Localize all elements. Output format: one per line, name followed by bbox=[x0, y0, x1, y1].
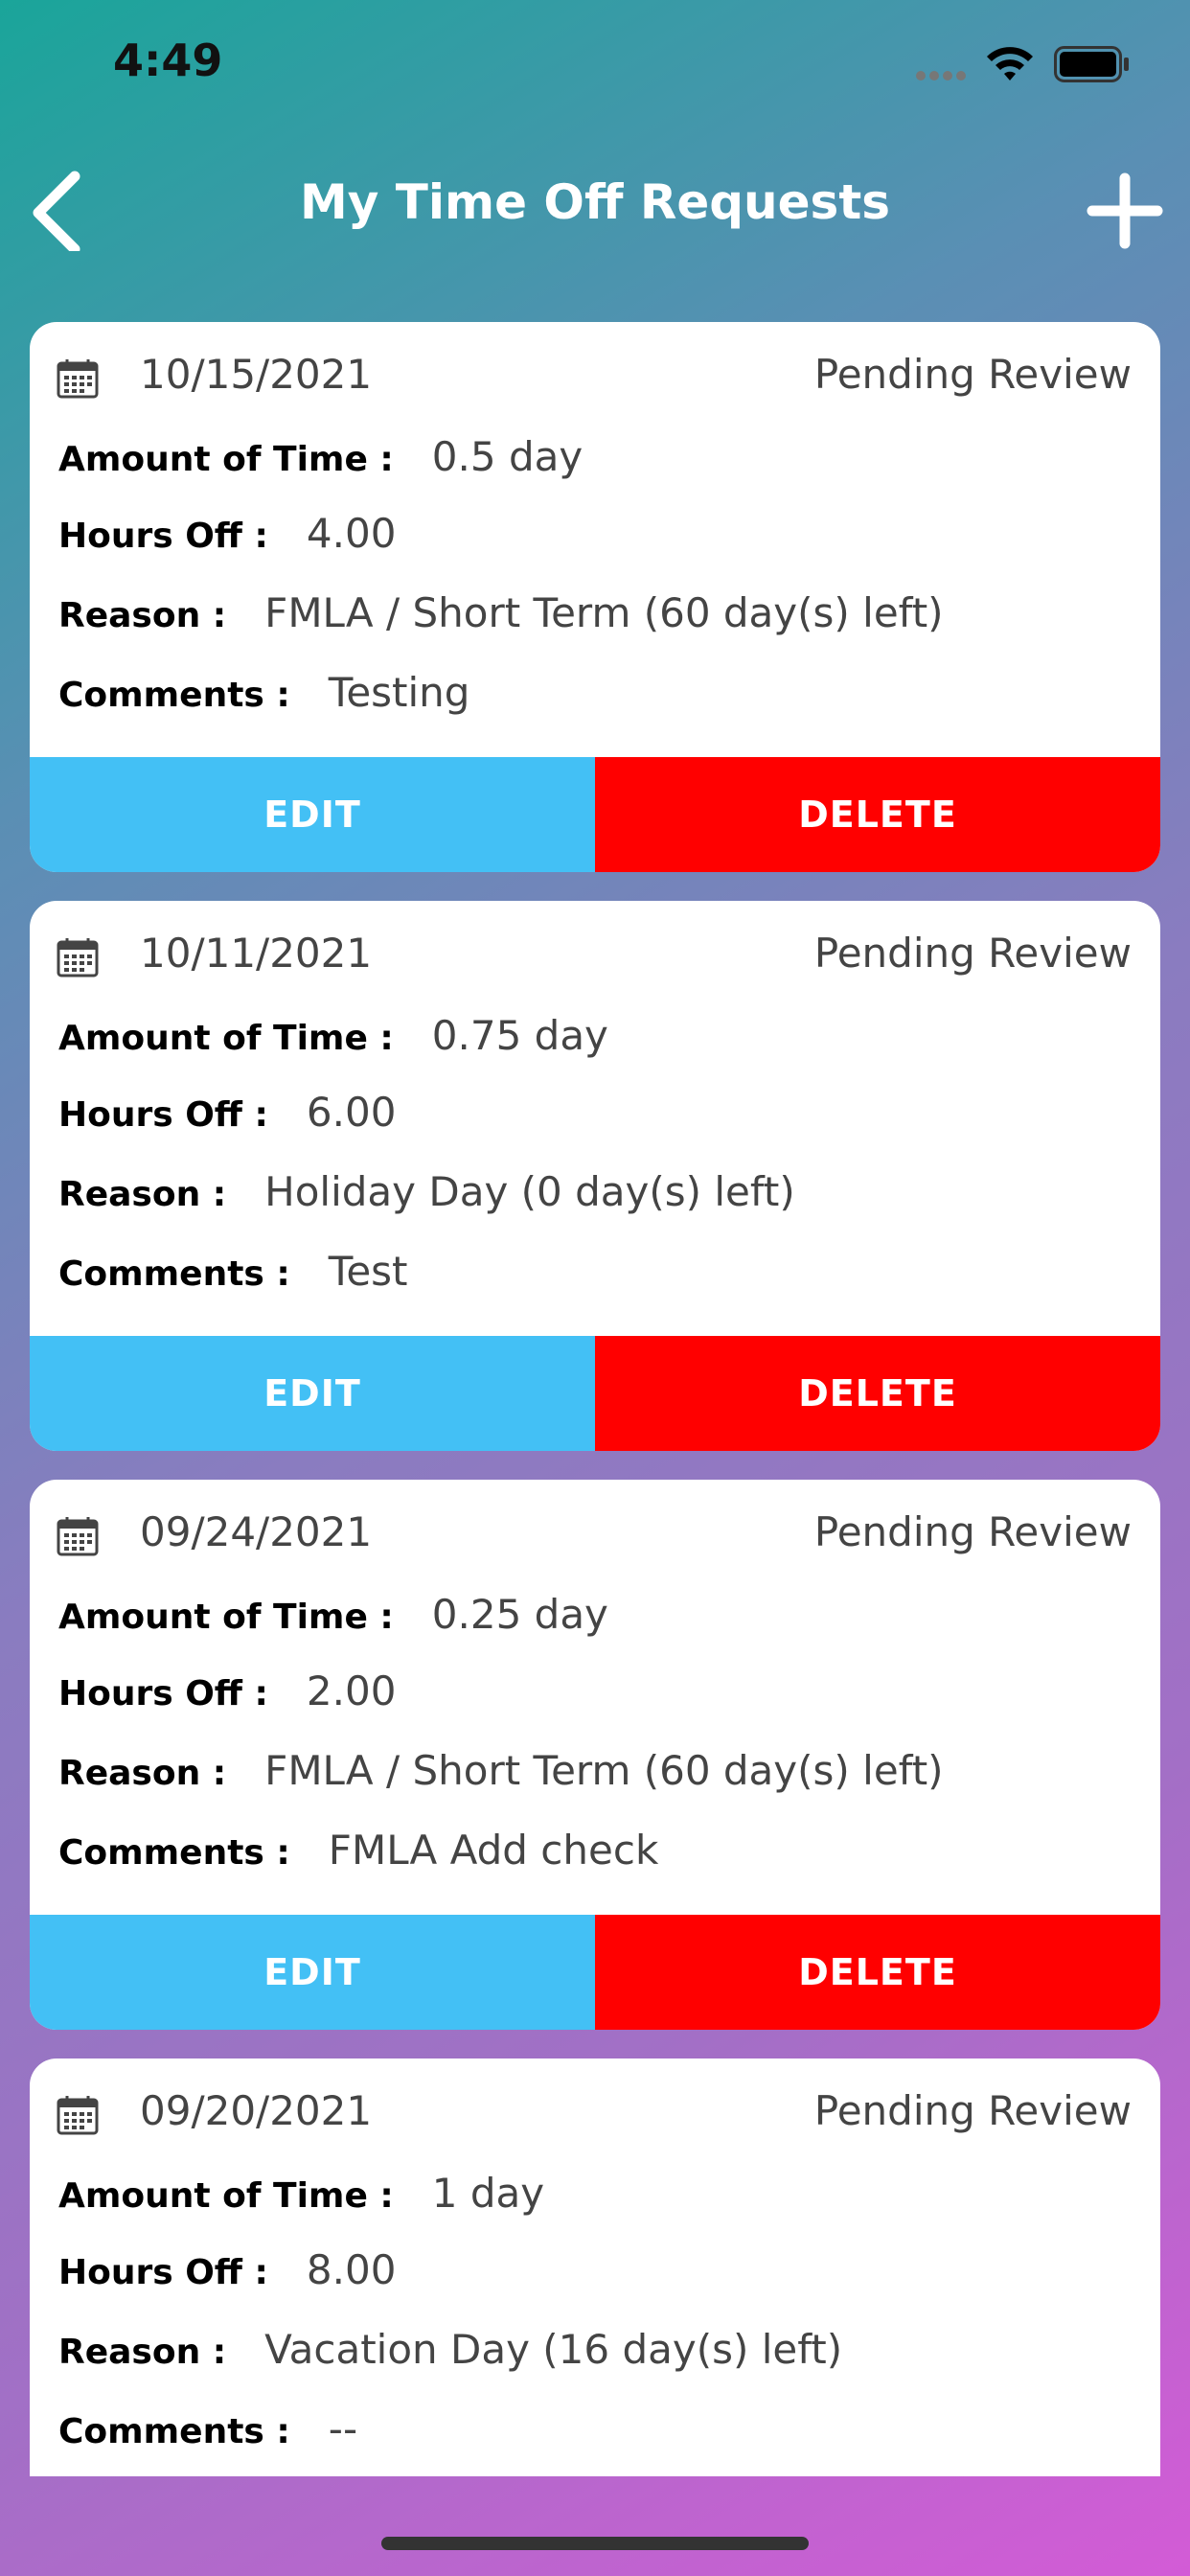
request-card: 10/11/2021 Pending Review Amount of Time… bbox=[30, 901, 1160, 1451]
comments-row: Comments : FMLA Add check bbox=[58, 1827, 658, 1884]
reason-label: Reason : bbox=[58, 2333, 227, 2372]
request-date: 10/11/2021 bbox=[140, 930, 373, 977]
request-card: 09/24/2021 Pending Review Amount of Time… bbox=[30, 1480, 1160, 2030]
card-header: 10/15/2021 Pending Review bbox=[30, 322, 1160, 427]
reason-value: Holiday Day (0 day(s) left) bbox=[264, 1168, 795, 1215]
request-status: Pending Review bbox=[813, 930, 1132, 977]
comments-label: Comments : bbox=[58, 676, 290, 715]
card-header: 09/24/2021 Pending Review bbox=[30, 1480, 1160, 1585]
amount-value: 1 day bbox=[431, 2170, 545, 2217]
amount-row: Amount of Time : 0.25 day bbox=[58, 1591, 608, 1648]
request-date: 09/20/2021 bbox=[140, 2087, 373, 2134]
status-time: 4:49 bbox=[113, 34, 223, 86]
reason-value: Vacation Day (16 day(s) left) bbox=[264, 2326, 843, 2373]
hours-label: Hours Off : bbox=[58, 2253, 268, 2292]
comments-value: Testing bbox=[328, 669, 470, 716]
request-date: 09/24/2021 bbox=[140, 1508, 373, 1555]
nav-bar: My Time Off Requests bbox=[0, 144, 1190, 259]
wifi-icon bbox=[987, 47, 1033, 80]
reason-row: Reason : FMLA / Short Term (60 day(s) le… bbox=[58, 589, 944, 647]
amount-row: Amount of Time : 1 day bbox=[58, 2170, 544, 2227]
request-card: 10/15/2021 Pending Review Amount of Time… bbox=[30, 322, 1160, 872]
amount-label: Amount of Time : bbox=[58, 1598, 394, 1637]
hours-value: 8.00 bbox=[306, 2246, 397, 2293]
hours-label: Hours Off : bbox=[58, 1095, 268, 1135]
reason-label: Reason : bbox=[58, 1175, 227, 1214]
amount-label: Amount of Time : bbox=[58, 440, 394, 479]
comments-row: Comments : Test bbox=[58, 1248, 408, 1305]
comments-value: Test bbox=[328, 1248, 408, 1295]
calendar-icon bbox=[57, 359, 99, 399]
hours-row: Hours Off : 6.00 bbox=[58, 1089, 396, 1146]
delete-button[interactable]: DELETE bbox=[595, 1915, 1160, 2030]
request-card: 09/20/2021 Pending Review Amount of Time… bbox=[30, 2058, 1160, 2476]
hours-row: Hours Off : 4.00 bbox=[58, 510, 396, 567]
add-request-button[interactable] bbox=[1087, 172, 1163, 249]
card-actions: EDIT DELETE bbox=[30, 757, 1160, 872]
battery-icon bbox=[1054, 46, 1129, 82]
hours-label: Hours Off : bbox=[58, 517, 268, 556]
comments-label: Comments : bbox=[58, 1833, 290, 1873]
status-bar: 4:49 bbox=[0, 0, 1190, 134]
reason-row: Reason : Holiday Day (0 day(s) left) bbox=[58, 1168, 795, 1226]
hours-label: Hours Off : bbox=[58, 1674, 268, 1714]
plus-icon bbox=[1087, 172, 1163, 249]
cellular-signal-icon bbox=[916, 71, 966, 80]
comments-value: FMLA Add check bbox=[328, 1827, 659, 1874]
reason-label: Reason : bbox=[58, 596, 227, 635]
amount-row: Amount of Time : 0.5 day bbox=[58, 433, 583, 491]
reason-value: FMLA / Short Term (60 day(s) left) bbox=[264, 589, 944, 636]
amount-value: 0.5 day bbox=[431, 433, 584, 480]
comments-row: Comments : Testing bbox=[58, 669, 469, 726]
request-list: 10/15/2021 Pending Review Amount of Time… bbox=[30, 322, 1160, 2505]
request-date: 10/15/2021 bbox=[140, 351, 373, 398]
request-status: Pending Review bbox=[813, 351, 1132, 398]
hours-row: Hours Off : 8.00 bbox=[58, 2246, 396, 2304]
delete-button[interactable]: DELETE bbox=[595, 757, 1160, 872]
card-header: 09/20/2021 Pending Review bbox=[30, 2058, 1160, 2164]
reason-label: Reason : bbox=[58, 1754, 227, 1793]
card-actions: EDIT DELETE bbox=[30, 1336, 1160, 1451]
page-title: My Time Off Requests bbox=[300, 174, 890, 230]
request-status: Pending Review bbox=[813, 2087, 1132, 2134]
calendar-icon bbox=[57, 2096, 99, 2135]
amount-value: 0.75 day bbox=[431, 1012, 608, 1059]
reason-value: FMLA / Short Term (60 day(s) left) bbox=[264, 1747, 944, 1794]
amount-label: Amount of Time : bbox=[58, 2176, 394, 2216]
calendar-icon bbox=[57, 1517, 99, 1556]
amount-row: Amount of Time : 0.75 day bbox=[58, 1012, 608, 1070]
edit-button[interactable]: EDIT bbox=[30, 757, 595, 872]
hours-value: 6.00 bbox=[306, 1089, 397, 1136]
hours-row: Hours Off : 2.00 bbox=[58, 1668, 396, 1725]
hours-value: 2.00 bbox=[306, 1668, 397, 1714]
request-status: Pending Review bbox=[813, 1508, 1132, 1555]
card-header: 10/11/2021 Pending Review bbox=[30, 901, 1160, 1006]
reason-row: Reason : FMLA / Short Term (60 day(s) le… bbox=[58, 1747, 944, 1805]
amount-value: 0.25 day bbox=[431, 1591, 608, 1638]
calendar-icon bbox=[57, 938, 99, 978]
reason-row: Reason : Vacation Day (16 day(s) left) bbox=[58, 2326, 842, 2383]
delete-button[interactable]: DELETE bbox=[595, 1336, 1160, 1451]
comments-label: Comments : bbox=[58, 1254, 290, 1294]
comments-value: -- bbox=[328, 2405, 358, 2452]
home-indicator[interactable] bbox=[381, 2537, 809, 2550]
edit-button[interactable]: EDIT bbox=[30, 1915, 595, 2030]
card-actions: EDIT DELETE bbox=[30, 1915, 1160, 2030]
edit-button[interactable]: EDIT bbox=[30, 1336, 595, 1451]
amount-label: Amount of Time : bbox=[58, 1019, 394, 1058]
comments-label: Comments : bbox=[58, 2412, 290, 2451]
hours-value: 4.00 bbox=[306, 510, 397, 557]
comments-row: Comments : -- bbox=[58, 2405, 357, 2463]
